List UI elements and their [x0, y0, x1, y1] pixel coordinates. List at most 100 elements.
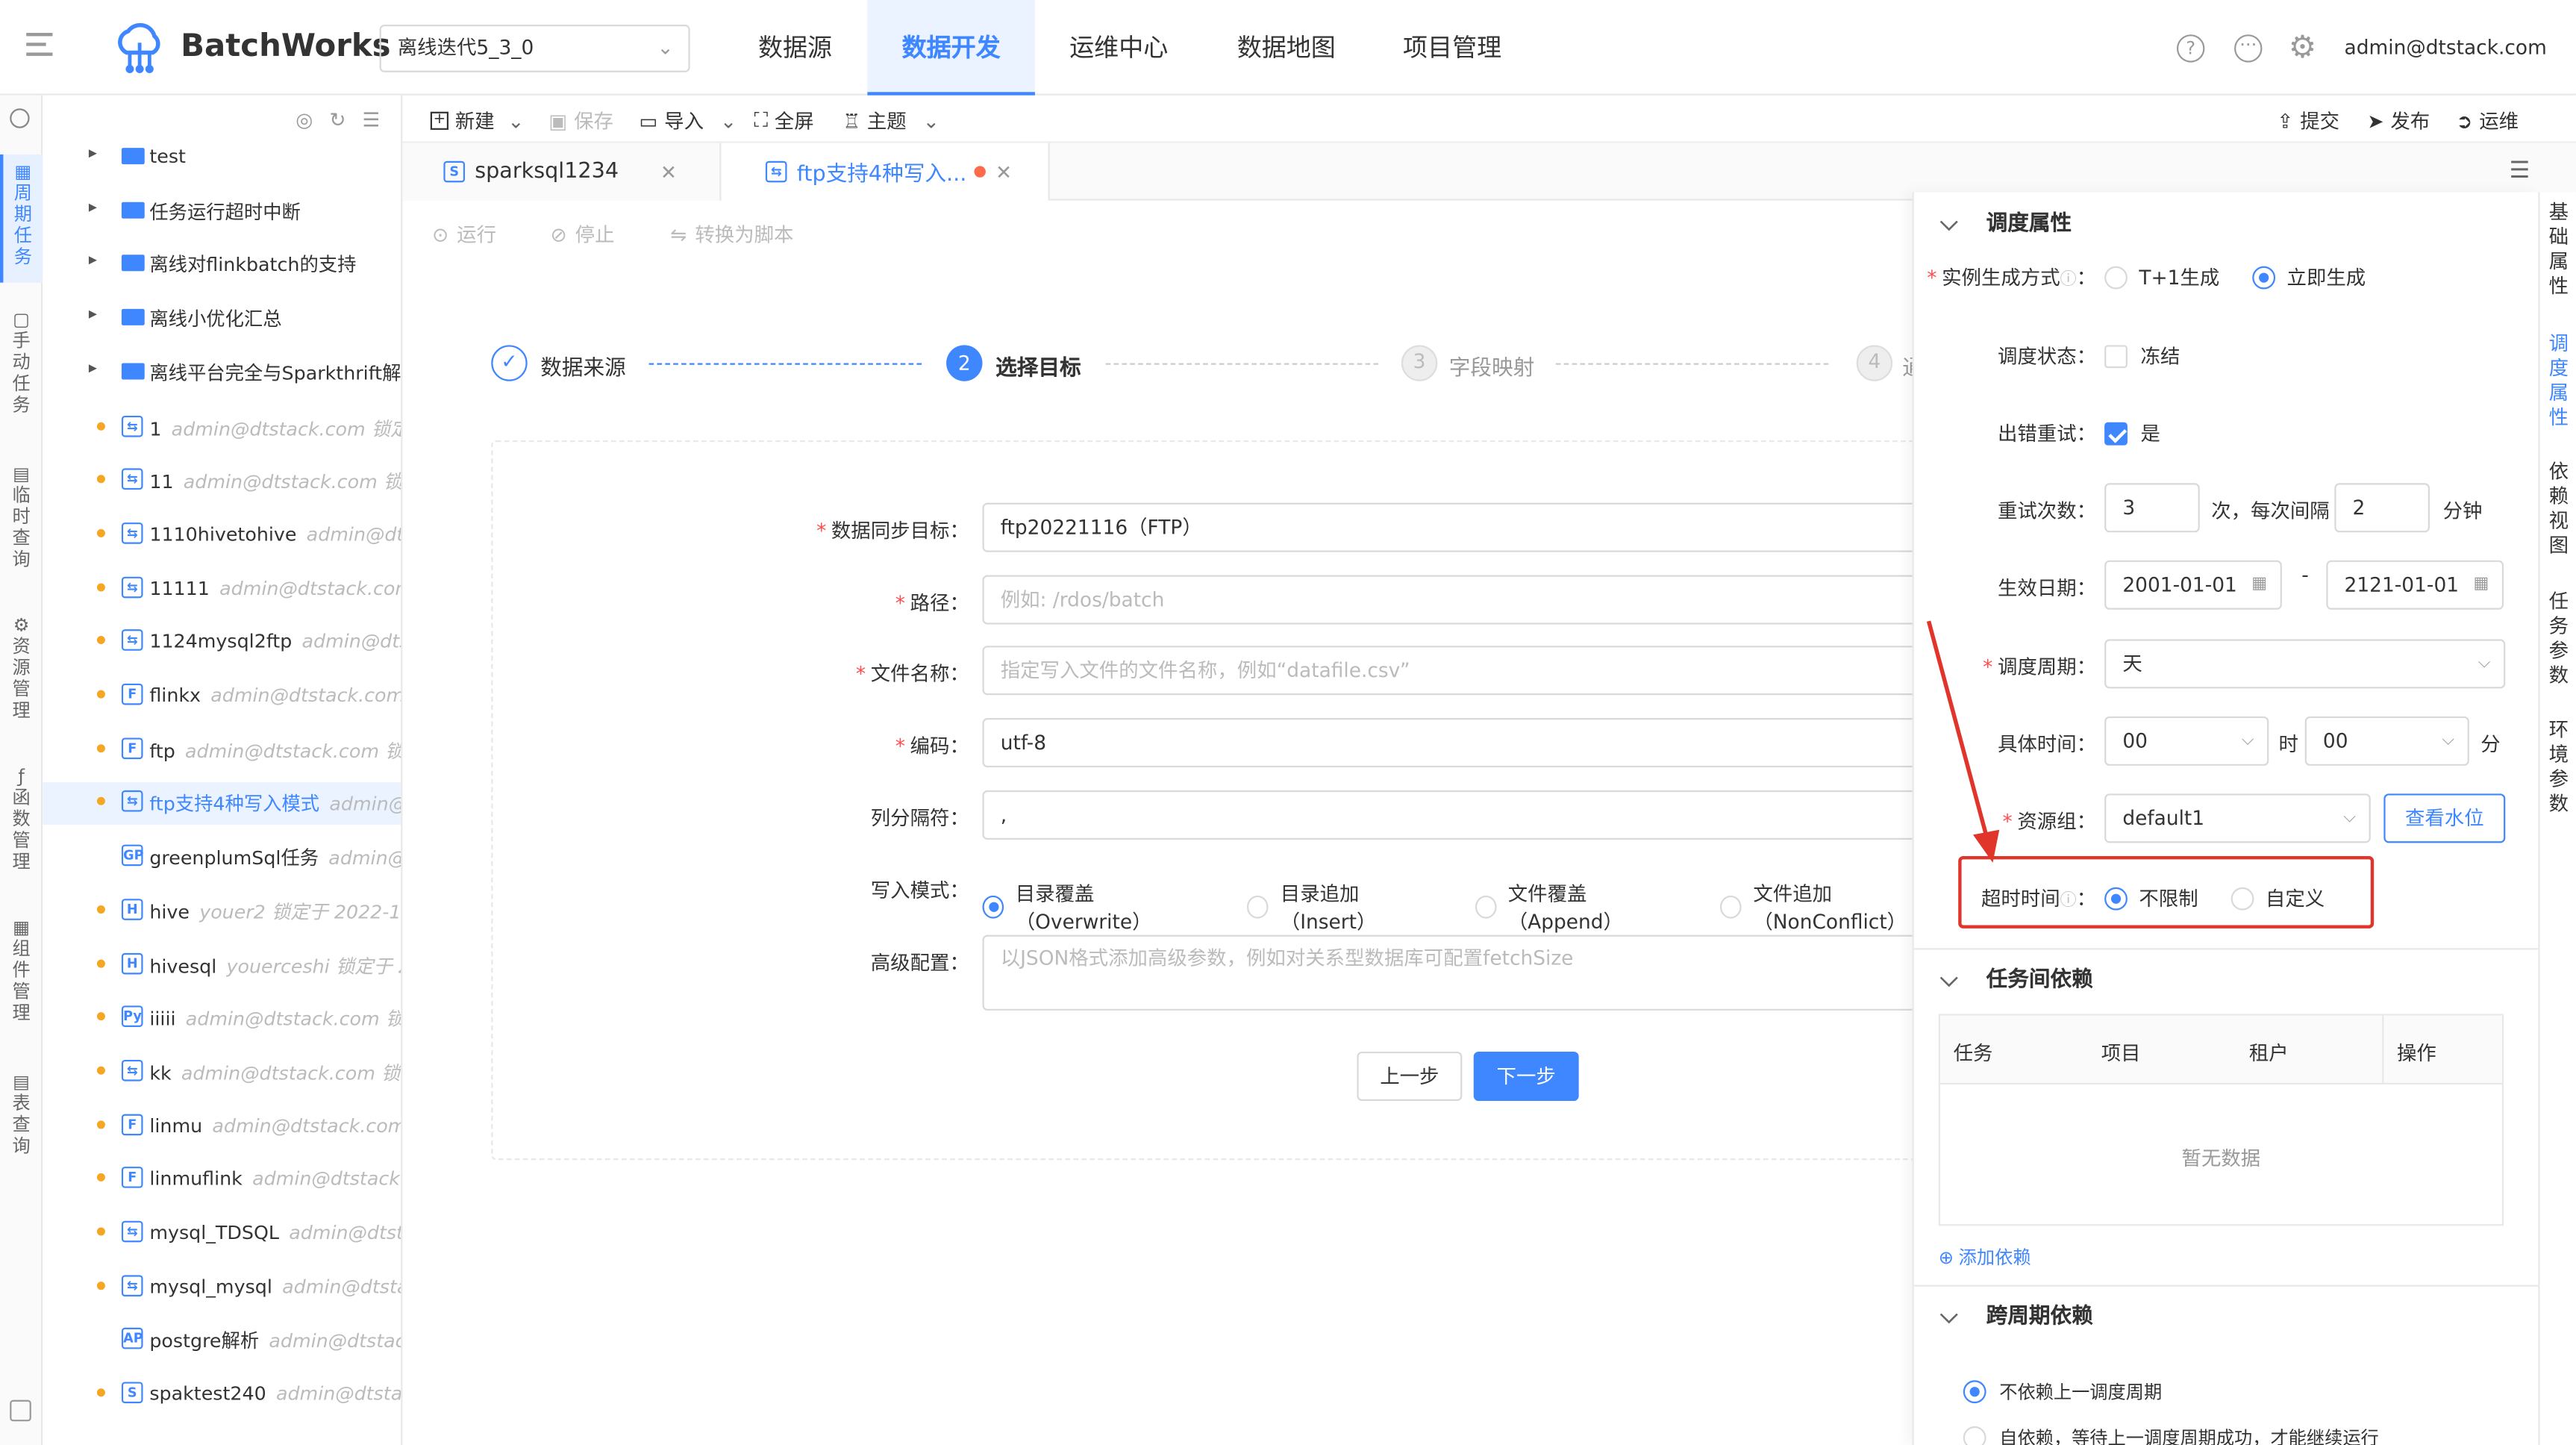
retry-interval-input[interactable]: 2 — [2334, 483, 2430, 533]
tab-ftp[interactable]: ⇆ ftp支持4种写入... ✕ — [721, 143, 1050, 201]
tree-file[interactable]: Fftp admin@dtstack.com 锁... — [43, 729, 401, 772]
cycle-select[interactable]: 天 ⌵ — [2104, 639, 2506, 689]
dependency-title[interactable]: ⌵ 任务间依赖 — [1914, 948, 2539, 1014]
new-button[interactable]: + 新建 ⌄ — [430, 107, 524, 134]
tree-folder[interactable]: ▸ 离线小优化汇总 — [43, 299, 401, 342]
tree-file[interactable]: Fflinkx admin@dtstack.com ... — [43, 675, 401, 718]
tree-file[interactable]: AP postgre解析 admin@dtstack... — [43, 1320, 401, 1363]
list-icon[interactable]: ☰ — [363, 108, 381, 131]
save-button[interactable]: ▣ 保存 — [548, 107, 613, 134]
tree-file[interactable]: Py iiiii admin@dtstack.com 锁... — [43, 998, 401, 1040]
tree-file[interactable]: ⇆ 1 admin@dtstack.com 锁定... — [43, 407, 401, 449]
submit-button[interactable]: ⇪ 提交 — [2277, 107, 2339, 134]
cross-option-none[interactable]: 不依赖上一调度周期 — [1963, 1379, 2162, 1405]
retrycount-input[interactable]: 3 — [2104, 483, 2200, 533]
rail-item-periodic[interactable]: ▦ 周期任务 — [0, 154, 43, 283]
tree-file[interactable]: ⇆ 11 admin@dtstack.com 锁... — [43, 461, 401, 503]
path-input[interactable]: 例如: /rdos/batch — [982, 575, 1969, 625]
tree-file[interactable]: ⇆ mysql_TDSQL admin@dtsta... — [43, 1213, 401, 1255]
add-dependency-link[interactable]: ⊕ 添加依赖 — [1939, 1244, 2031, 1270]
next-button[interactable]: 下一步 — [1473, 1051, 1579, 1102]
minute-select[interactable]: 00 ⌵ — [2304, 716, 2469, 766]
advanced-textarea[interactable]: 以JSON格式添加高级参数，例如对关系型数据库可配置fetchSize — [982, 934, 1969, 1011]
nav-tab-datasource[interactable]: 数据源 — [723, 0, 868, 96]
rail-item-table[interactable]: ▤ 表查询 — [0, 1071, 43, 1176]
date-start-input[interactable]: 2001-01-01 ▦ — [2104, 560, 2282, 610]
stop-button[interactable]: ⊘ 停止 — [551, 220, 615, 248]
tree-folder[interactable]: ▸ 离线对flinkbatch的支持 — [43, 246, 401, 288]
caret-right-icon[interactable]: ▸ — [89, 145, 97, 163]
writemode-radio-insert[interactable] — [1247, 895, 1269, 919]
collapse-icon[interactable] — [10, 1399, 31, 1422]
cross-cycle-title[interactable]: ⌵ 跨周期依赖 — [1914, 1285, 2539, 1351]
retry-check[interactable] — [2104, 421, 2128, 445]
project-select[interactable]: 离线迭代5_3_0 ⌄ — [379, 25, 690, 72]
schedule-title[interactable]: ⌵ 调度属性 — [1914, 193, 2539, 258]
tree-file[interactable]: Hhivesql youerceshi 锁定于 2... — [43, 944, 401, 987]
run-button[interactable]: ⊙ 运行 — [432, 220, 496, 248]
publish-button[interactable]: ➤ 发布 — [2367, 107, 2430, 134]
rail-item-function[interactable]: ƒ 函数管理 — [0, 766, 43, 894]
cross-radio-none[interactable] — [1963, 1380, 1986, 1404]
rail-item-resource[interactable]: ⚙ 资源管理 — [0, 614, 43, 743]
tree-file[interactable]: Sspaktest240 admin@dtstac... — [43, 1374, 401, 1417]
delimiter-input[interactable]: , — [982, 790, 1969, 840]
fullscreen-button[interactable]: ⛶ 全屏 — [754, 107, 813, 134]
tree-file[interactable]: ⇆ ftp支持4种写入模式 admin@... — [43, 782, 401, 826]
status-checkbox[interactable]: 冻结 — [2104, 342, 2180, 369]
instance-radio-now[interactable] — [2252, 265, 2276, 289]
date-end-input[interactable]: 2121-01-01 ▦ — [2326, 560, 2504, 610]
freeze-checkbox[interactable] — [2104, 344, 2128, 368]
tab-sparksql1234[interactable]: S sparksql1234 ✕ — [402, 143, 722, 201]
vtab-params[interactable]: 任务参数 — [2540, 590, 2576, 688]
search-icon[interactable] — [10, 108, 30, 128]
caret-right-icon[interactable]: ▸ — [89, 199, 97, 216]
writemode-radio-nonconflict[interactable] — [1720, 895, 1742, 919]
tree-file[interactable]: Flinmu admin@dtstack.com ... — [43, 1105, 401, 1148]
tree-file[interactable]: ⇆ 11111 admin@dtstack.com... — [43, 568, 401, 611]
tree-file[interactable]: ⇆ 1110hivetohive admin@dtst... — [43, 514, 401, 557]
tree-file[interactable]: GP greenplumSql任务 admin@d... — [43, 837, 401, 879]
nav-tab-dev[interactable]: 数据开发 — [867, 0, 1035, 96]
locate-icon[interactable]: ◎ — [296, 108, 313, 131]
user-account[interactable]: admin@dtstack.com — [2345, 36, 2547, 59]
nav-tab-project[interactable]: 项目管理 — [1370, 0, 1534, 96]
resource-select[interactable]: default1 ⌵ — [2104, 793, 2371, 843]
prev-button[interactable]: 上一步 — [1357, 1051, 1463, 1102]
list-icon[interactable]: ☰ — [2510, 157, 2530, 184]
target-select[interactable]: ftp20221116（FTP） — [982, 502, 1969, 552]
tree-folder[interactable]: ▸ 离线平台完全与Sparkthrift解耦 — [43, 353, 401, 396]
caret-right-icon[interactable]: ▸ — [89, 306, 97, 324]
filename-input[interactable]: 指定写入文件的文件名称，例如“datafile.csv” — [982, 646, 1969, 696]
vtab-dependency[interactable]: 依赖视图 — [2540, 460, 2576, 558]
rail-item-manual[interactable]: ▢ 手动任务 — [0, 309, 43, 437]
vtab-schedule[interactable]: 调度属性 — [2540, 332, 2576, 431]
menu-toggle-icon[interactable] — [26, 33, 53, 56]
help-icon[interactable]: ? — [2176, 34, 2205, 63]
refresh-icon[interactable]: ↻ — [329, 108, 346, 131]
rail-item-component[interactable]: ▦ 组件管理 — [0, 917, 43, 1045]
tree-folder[interactable]: ▸ 任务运行超时中断 — [43, 192, 401, 234]
writemode-radio-overwrite[interactable] — [982, 895, 1004, 919]
rail-item-query[interactable]: ▤ 临时查询 — [0, 464, 43, 592]
encoding-select[interactable]: utf-8 — [982, 718, 1969, 768]
cross-radio-self[interactable] — [1963, 1426, 1986, 1445]
retry-checkbox[interactable]: 是 — [2104, 419, 2160, 446]
tree-file[interactable]: Flinmuflink admin@dtstack.c... — [43, 1159, 401, 1202]
gear-icon[interactable]: ⚙ — [2289, 30, 2317, 66]
import-button[interactable]: ▭ 导入 ⌄ — [639, 107, 737, 134]
caret-right-icon[interactable]: ▸ — [89, 360, 97, 378]
theme-button[interactable]: ♖ 主题 ⌄ — [842, 107, 940, 134]
close-icon[interactable]: ✕ — [995, 160, 1012, 184]
tree-file[interactable]: ⇆ mysql_mysql admin@dtstac... — [43, 1267, 401, 1309]
writemode-radio-append[interactable] — [1475, 895, 1497, 919]
nav-tab-ops[interactable]: 运维中心 — [1035, 0, 1203, 96]
vtab-env[interactable]: 环境参数 — [2540, 718, 2576, 817]
tree-file[interactable]: ⇆ kk admin@dtstack.com 锁定... — [43, 1052, 401, 1094]
hour-select[interactable]: 00 ⌵ — [2104, 716, 2269, 766]
watermark-button[interactable]: 查看水位 — [2383, 793, 2506, 843]
nav-tab-datamap[interactable]: 数据地图 — [1202, 0, 1370, 96]
tree-folder[interactable]: ▸ test — [43, 138, 401, 181]
tree-file[interactable]: ⇆ 1124mysql2ftp admin@dtst... — [43, 622, 401, 664]
caret-right-icon[interactable]: ▸ — [89, 252, 97, 270]
